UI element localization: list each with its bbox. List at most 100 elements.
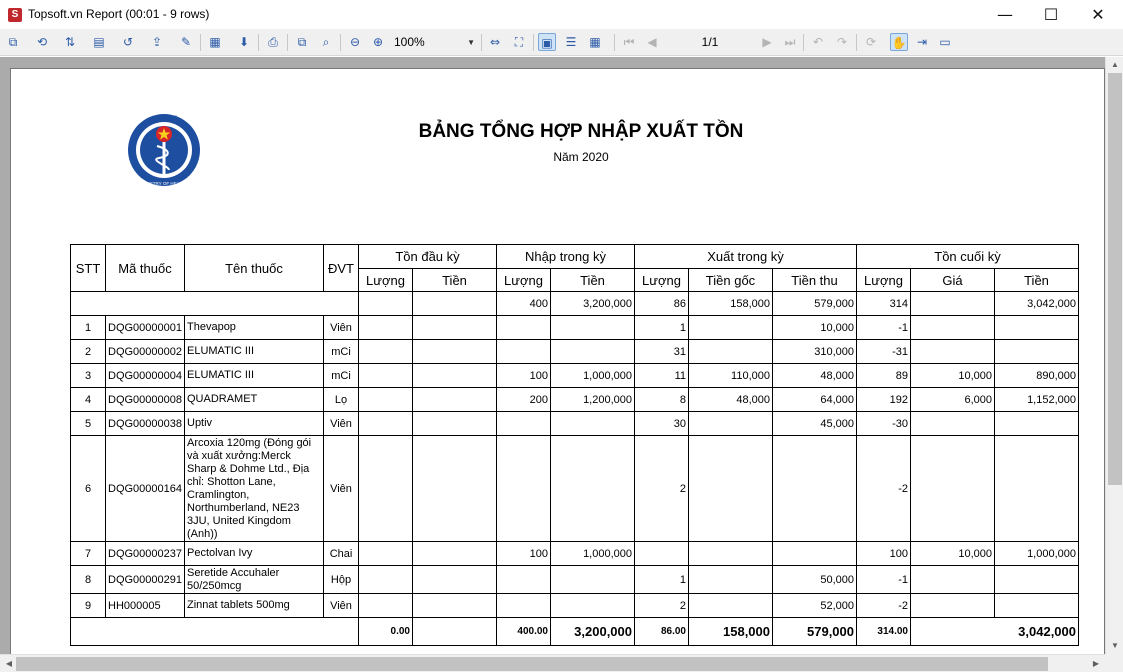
report-title: BẢNG TỔNG HỢP NHẬP XUẤT TỒN <box>418 121 744 142</box>
copy-button[interactable]: ⧉ <box>293 33 311 51</box>
single-page-view-button[interactable]: ▣ <box>538 33 556 51</box>
close-button[interactable]: ✕ <box>1075 0 1121 29</box>
first-page-button[interactable]: ⏮ <box>620 33 638 51</box>
cell-dau-luong <box>358 411 413 436</box>
cell-ma: DQG00000237 <box>105 541 185 566</box>
scroll-down-arrow-icon[interactable]: ▼ <box>1106 638 1123 654</box>
previous-page-button[interactable]: ◀ <box>643 33 661 51</box>
cell-xuat-tien-thu: 10,000 <box>772 315 857 340</box>
header-ton-dau-ky: Tồn đầu kỳ <box>358 244 497 269</box>
totals-label-cell <box>70 617 359 646</box>
toolbar-separator <box>856 34 857 51</box>
header-stt: STT <box>70 244 106 292</box>
table-row: 7 DQG00000237 Pectolvan Ivy Chai 100 1,000,00… <box>70 541 1079 566</box>
window-title: Topsoft.vn Report (00:01 - 9 rows) <box>28 7 210 21</box>
export-button[interactable]: ⇪ <box>148 33 166 51</box>
summary-cell <box>412 291 497 316</box>
cell-ma: DQG00000002 <box>105 339 185 364</box>
toolbar-separator <box>258 34 259 51</box>
hand-tool-button[interactable]: ✋ <box>890 33 908 51</box>
toggle-tree-button[interactable]: ⧉ <box>4 33 22 51</box>
refresh-view-button[interactable]: ⟲ <box>33 33 51 51</box>
vertical-scrollbar[interactable]: ▲ ▼ <box>1105 57 1123 654</box>
summary-ton-luong: 314 <box>856 291 911 316</box>
header-tien: Tiền <box>550 268 635 292</box>
page-number-field[interactable]: 1/1 <box>668 33 752 52</box>
cell-stt: 5 <box>70 411 106 436</box>
scroll-up-arrow-icon[interactable]: ▲ <box>1106 57 1123 73</box>
cell-dau-luong <box>358 541 413 566</box>
summary-xuat-luong: 86 <box>634 291 689 316</box>
preview-area[interactable]: BỘ Y TẾ MINISTRY OF HEALTH BẢNG TỔNG HỢP… <box>0 57 1105 654</box>
minimize-button[interactable]: — <box>982 0 1028 29</box>
summary-row: 400 3,200,000 86 158,000 579,000 314 3,0… <box>70 291 1079 316</box>
cell-nhap-luong <box>496 315 551 340</box>
cell-ma: DQG00000001 <box>105 315 185 340</box>
cell-nhap-luong <box>496 593 551 618</box>
last-page-button[interactable]: ⏭ <box>781 33 799 51</box>
back-button[interactable]: ↶ <box>809 33 827 51</box>
cell-nhap-tien <box>550 435 635 542</box>
continuous-view-button[interactable]: ☰ <box>562 33 580 51</box>
zoom-out-button[interactable]: ⊖ <box>346 33 364 51</box>
cell-dau-luong <box>358 363 413 388</box>
cell-nhap-tien <box>550 593 635 618</box>
cell-dvt: Viên <box>323 593 359 618</box>
scroll-right-arrow-icon[interactable]: ▶ <box>1087 656 1105 672</box>
cell-ton-luong: -1 <box>856 315 911 340</box>
logo-text-bottom: MINISTRY OF HEALTH <box>140 181 188 186</box>
export-excel-button[interactable]: ▦ <box>206 33 224 51</box>
text-select-button[interactable]: ⇥ <box>913 33 931 51</box>
cell-xuat-tien-thu <box>772 435 857 542</box>
vertical-scroll-thumb[interactable] <box>1108 73 1122 485</box>
toolbar-separator <box>340 34 341 51</box>
page-width-button[interactable]: ⇔ <box>486 33 504 51</box>
toolbar-separator <box>533 34 534 51</box>
multi-page-view-button[interactable]: ▦ <box>586 33 604 51</box>
cell-ton-gia: 6,000 <box>910 387 995 412</box>
refresh-button[interactable]: ⟳ <box>862 33 880 51</box>
snapshot-button[interactable]: ▭ <box>936 33 954 51</box>
header-gia: Giá <box>910 268 995 292</box>
cell-dvt: Lọ <box>323 387 359 412</box>
cell-xuat-luong: 30 <box>634 411 689 436</box>
save-button[interactable]: ⬇ <box>235 33 253 51</box>
cell-stt: 1 <box>70 315 106 340</box>
find-button[interactable]: ⌕ <box>317 33 335 51</box>
forward-button[interactable]: ↷ <box>833 33 851 51</box>
whole-page-button[interactable]: ⛶ <box>510 33 528 51</box>
cell-ton-luong: -2 <box>856 435 911 542</box>
cell-ma: HH000005 <box>105 593 185 618</box>
cell-ton-luong: 89 <box>856 363 911 388</box>
undo-icon[interactable]: ↺ <box>119 33 137 51</box>
summary-nhap-tien: 3,200,000 <box>550 291 635 316</box>
table-row: 9 HH000005 Zinnat tablets 500mg Viên 2 52,000… <box>70 593 1079 618</box>
zoom-value: 100% <box>394 35 425 49</box>
cell-ton-tien <box>994 565 1079 594</box>
header-xuat-trong-ky: Xuất trong kỳ <box>634 244 857 269</box>
edit-icon[interactable]: ✎ <box>177 33 195 51</box>
horizontal-scrollbar[interactable]: ◀ ▶ <box>0 654 1105 672</box>
inventory-table: STT Mã thuốc Tên thuốc ĐVT Tồn đầu kỳ Nh… <box>70 244 1079 646</box>
cell-dvt: Chai <box>323 541 359 566</box>
cell-dvt: mCi <box>323 339 359 364</box>
page-setup-button[interactable]: ▤ <box>90 33 108 51</box>
table-row: 6 DQG00000164 Arcoxia 120mg (Đóng gói và x… <box>70 435 1079 542</box>
app-logo-icon: S <box>8 8 22 22</box>
maximize-button[interactable]: ☐ <box>1028 0 1074 29</box>
cell-xuat-luong: 11 <box>634 363 689 388</box>
cell-ma: DQG00000291 <box>105 565 185 594</box>
zoom-select[interactable]: 100% ▼ <box>390 33 478 52</box>
print-button[interactable]: ⎙ <box>264 33 282 51</box>
header-ten-thuoc: Tên thuốc <box>184 244 324 292</box>
cell-ton-luong: 100 <box>856 541 911 566</box>
sort-button[interactable]: ⇅ <box>61 33 79 51</box>
cell-xuat-luong: 1 <box>634 315 689 340</box>
cell-xuat-tien-goc <box>688 411 773 436</box>
cell-ten: Zinnat tablets 500mg <box>184 593 324 618</box>
cell-dau-tien <box>412 387 497 412</box>
horizontal-scroll-thumb[interactable] <box>16 657 1048 671</box>
next-page-button[interactable]: ▶ <box>758 33 776 51</box>
zoom-in-button[interactable]: ⊕ <box>369 33 387 51</box>
cell-dau-tien <box>412 541 497 566</box>
